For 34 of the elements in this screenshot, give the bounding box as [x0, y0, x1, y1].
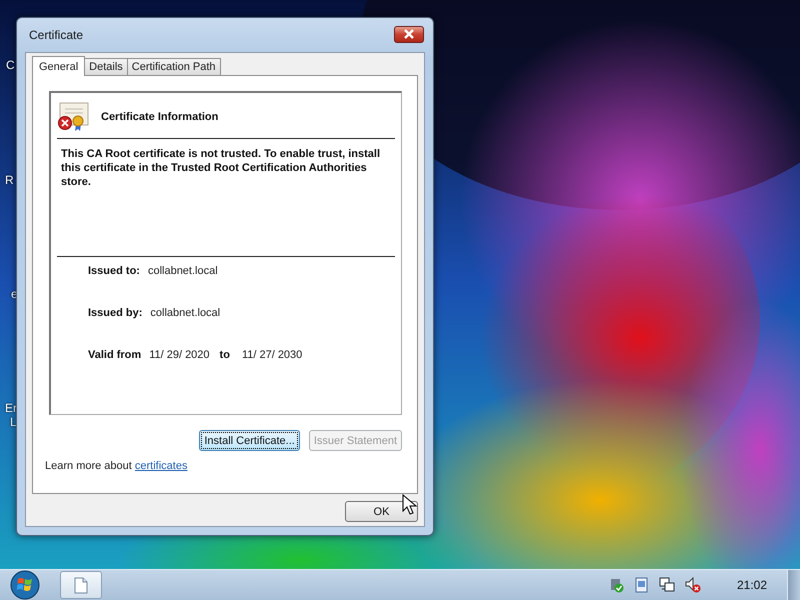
start-button[interactable]: [8, 570, 42, 600]
field-label: Issued to:: [88, 265, 140, 277]
speaker-muted-icon[interactable]: [684, 577, 701, 593]
field-value: collabnet.local: [150, 307, 220, 319]
window-title: Certificate: [29, 28, 84, 42]
taskbar-button[interactable]: [60, 571, 102, 599]
install-certificate-button[interactable]: Install Certificate...: [199, 430, 300, 451]
trust-message: This CA Root certificate is not trusted. To enable trust, install this certificate in the Trusted Root Certification Authorities store.: [61, 147, 381, 190]
validity-label: to: [220, 349, 230, 361]
network-icon[interactable]: [658, 577, 675, 593]
clock[interactable]: 21:02: [736, 578, 767, 592]
date-value: 11/ 29/ 2020: [149, 349, 210, 361]
tab[interactable]: Certification Path: [126, 58, 221, 75]
field-value: collabnet.local: [148, 265, 218, 277]
date-value: 11/ 27/ 2030: [242, 349, 302, 361]
close-icon: [403, 29, 415, 39]
certificate-icon: [57, 102, 91, 132]
document-icon: [74, 576, 88, 594]
tab[interactable]: General: [32, 56, 86, 76]
document-icon[interactable]: [634, 577, 649, 593]
desktop-icon-label: C: [6, 58, 15, 72]
desktop-icon-label: L: [10, 415, 17, 429]
tab[interactable]: Details: [84, 58, 128, 75]
desktop-icon-label: Er: [5, 401, 17, 415]
field-label: Issued by:: [88, 307, 142, 319]
desktop-icon-label: R: [5, 173, 14, 187]
close-button[interactable]: [394, 26, 424, 42]
info-heading: Certificate Information: [101, 111, 218, 123]
desktop-icon-label: e: [11, 287, 18, 301]
ok-button[interactable]: OK: [345, 501, 418, 522]
certificates-link[interactable]: certificates: [134, 460, 188, 472]
security-check-icon[interactable]: [608, 577, 625, 593]
validity-label: Valid from: [88, 349, 142, 361]
learn-more-text: Learn more about: [45, 460, 132, 472]
